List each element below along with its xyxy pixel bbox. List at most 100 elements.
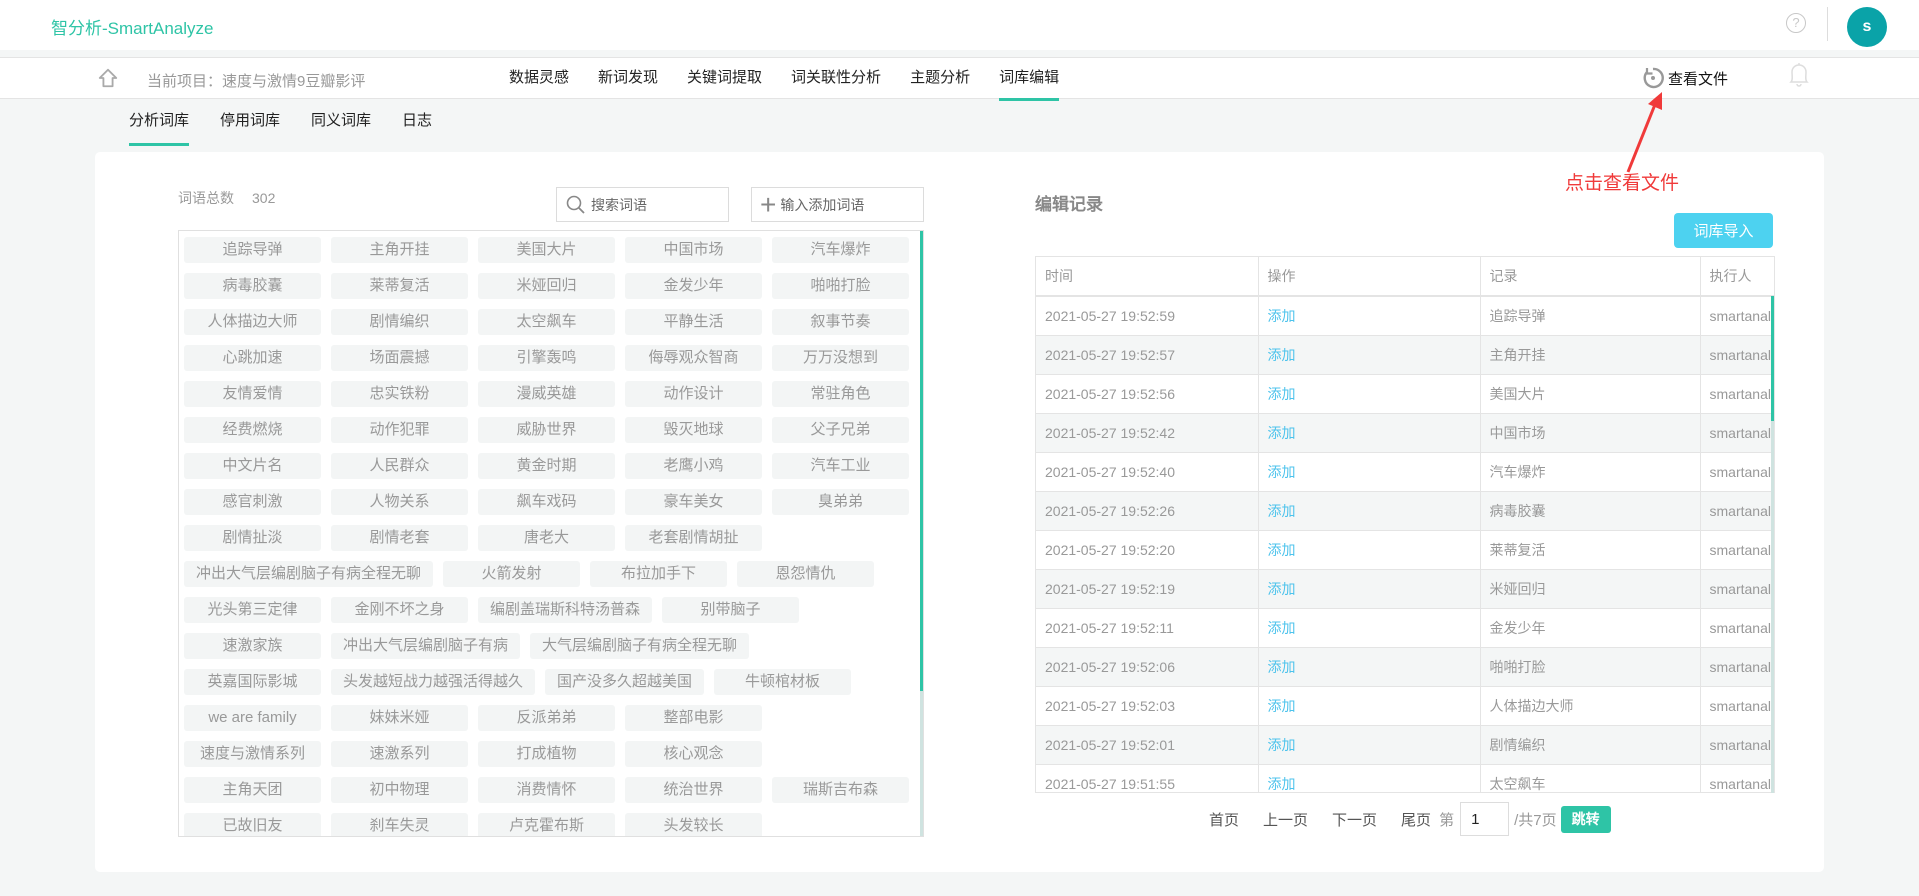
first-page-link[interactable]: 首页 (1209, 809, 1239, 830)
word-tag[interactable]: 汽车工业 (772, 453, 909, 479)
nav-tab[interactable]: 新词发现 (598, 58, 658, 100)
word-tag[interactable]: 米娅回归 (478, 273, 615, 299)
word-tag[interactable]: 核心观念 (625, 741, 762, 767)
operation-link[interactable]: 添加 (1258, 608, 1481, 648)
operation-link[interactable]: 添加 (1258, 569, 1481, 609)
word-tag[interactable]: 老鹰小鸡 (625, 453, 762, 479)
nav-tab[interactable]: 关键词提取 (687, 58, 762, 100)
word-tag[interactable]: 英嘉国际影城 (184, 669, 321, 695)
word-tag[interactable]: 整部电影 (625, 705, 762, 731)
word-tag[interactable]: 心跳加速 (184, 345, 321, 371)
word-tag[interactable]: 追踪导弹 (184, 237, 321, 263)
word-tag[interactable]: 编剧盖瑞斯科特汤普森 (478, 597, 653, 623)
word-tag[interactable]: 速激家族 (184, 633, 321, 659)
word-tag[interactable]: 速激系列 (331, 741, 468, 767)
nav-tab[interactable]: 主题分析 (910, 58, 970, 100)
subtab[interactable]: 分析词库 (129, 100, 190, 146)
word-tag[interactable]: 剧情编织 (331, 309, 468, 335)
word-tag[interactable]: 中国市场 (625, 237, 762, 263)
word-tag[interactable]: 头发较长 (625, 813, 762, 836)
word-tag[interactable]: 消费情怀 (478, 777, 615, 803)
operation-link[interactable]: 添加 (1258, 296, 1481, 336)
add-word-input[interactable] (780, 196, 901, 213)
search-word-input[interactable] (591, 196, 711, 213)
last-page-link[interactable]: 尾页 (1401, 809, 1431, 830)
word-tag[interactable]: 美国大片 (478, 237, 615, 263)
operation-link[interactable]: 添加 (1258, 725, 1481, 765)
word-tag[interactable]: we are family (184, 705, 321, 731)
word-tag[interactable]: 主角天团 (184, 777, 321, 803)
operation-link[interactable]: 添加 (1258, 491, 1481, 531)
operation-link[interactable]: 添加 (1258, 374, 1481, 414)
word-tag[interactable]: 金发少年 (625, 273, 762, 299)
word-tag[interactable]: 叙事节奏 (772, 309, 909, 335)
bell-icon[interactable] (1787, 61, 1811, 89)
word-tag[interactable]: 打成植物 (478, 741, 615, 767)
word-tag[interactable]: 莱蒂复活 (331, 273, 468, 299)
view-file-button[interactable]: 查看文件 (1640, 65, 1728, 91)
word-tag[interactable]: 引擎轰鸣 (478, 345, 615, 371)
subtab[interactable]: 日志 (402, 100, 432, 146)
page-number-input[interactable] (1460, 802, 1510, 836)
nav-tab[interactable]: 词关联性分析 (791, 58, 881, 100)
word-tag[interactable]: 毁灭地球 (625, 417, 762, 443)
operation-link[interactable]: 添加 (1258, 530, 1481, 570)
word-tag[interactable]: 常驻角色 (772, 381, 909, 407)
operation-link[interactable]: 添加 (1258, 647, 1481, 687)
word-tag[interactable]: 速度与激情系列 (184, 741, 321, 767)
word-tag[interactable]: 豪车美女 (625, 489, 762, 515)
word-tag[interactable]: 人物关系 (331, 489, 468, 515)
app-logo[interactable]: 智分析-SmartAnalyze (51, 14, 213, 39)
word-tag[interactable]: 刹车失灵 (331, 813, 468, 836)
word-tag[interactable]: 别带脑子 (662, 597, 800, 623)
word-tag[interactable]: 瑞斯吉布森 (772, 777, 909, 803)
word-tag[interactable]: 牛顿棺材板 (714, 669, 852, 695)
search-word-field[interactable] (556, 187, 729, 222)
word-tag[interactable]: 大气层编剧脑子有病全程无聊 (530, 633, 750, 659)
operation-link[interactable]: 添加 (1258, 413, 1481, 453)
word-tag[interactable]: 卢克霍布斯 (478, 813, 615, 836)
records-scrollbar[interactable] (1771, 296, 1774, 421)
word-tag[interactable]: 主角开挂 (331, 237, 468, 263)
word-tag[interactable]: 唐老大 (478, 525, 615, 551)
prev-page-link[interactable]: 上一页 (1263, 809, 1308, 830)
word-tag[interactable]: 国产没多久超越美国 (545, 669, 705, 695)
word-tag[interactable]: 统治世界 (625, 777, 762, 803)
word-tag[interactable]: 妹妹米娅 (331, 705, 468, 731)
word-tag[interactable]: 布拉加手下 (590, 561, 728, 587)
word-list-scrollbar[interactable] (920, 231, 923, 691)
nav-tab[interactable]: 数据灵感 (509, 58, 569, 100)
nav-tab[interactable]: 词库编辑 (999, 58, 1060, 101)
word-tag[interactable]: 动作犯罪 (331, 417, 468, 443)
next-page-link[interactable]: 下一页 (1332, 809, 1377, 830)
operation-link[interactable]: 添加 (1258, 452, 1481, 492)
operation-link[interactable]: 添加 (1258, 686, 1481, 726)
word-tag[interactable]: 父子兄弟 (772, 417, 909, 443)
home-icon[interactable] (97, 67, 119, 89)
word-tag[interactable]: 臭弟弟 (772, 489, 909, 515)
operation-link[interactable]: 添加 (1258, 764, 1481, 792)
operation-link[interactable]: 添加 (1258, 335, 1481, 375)
word-tag[interactable]: 汽车爆炸 (772, 237, 909, 263)
word-tag[interactable]: 金刚不坏之身 (331, 597, 468, 623)
word-tag[interactable]: 中文片名 (184, 453, 321, 479)
word-tag[interactable]: 侮辱观众智商 (625, 345, 762, 371)
user-avatar[interactable]: s (1847, 7, 1887, 47)
word-tag[interactable]: 动作设计 (625, 381, 762, 407)
word-tag[interactable]: 感官刺激 (184, 489, 321, 515)
help-icon[interactable]: ? (1786, 13, 1806, 33)
word-tag[interactable]: 场面震撼 (331, 345, 468, 371)
word-tag[interactable]: 病毒胶囊 (184, 273, 321, 299)
word-tag[interactable]: 啪啪打脸 (772, 273, 909, 299)
word-tag[interactable]: 友情爱情 (184, 381, 321, 407)
word-tag[interactable]: 恩怨情仇 (737, 561, 875, 587)
word-tag[interactable]: 忠实铁粉 (331, 381, 468, 407)
word-tag[interactable]: 经费燃烧 (184, 417, 321, 443)
word-tag[interactable]: 冲出大气层编剧脑子有病全程无聊 (184, 561, 434, 587)
word-tag[interactable]: 反派弟弟 (478, 705, 615, 731)
subtab[interactable]: 同义词库 (311, 100, 371, 146)
word-tag[interactable]: 人民群众 (331, 453, 468, 479)
word-tag[interactable]: 黄金时期 (478, 453, 615, 479)
word-tag[interactable]: 飙车戏码 (478, 489, 615, 515)
word-tag[interactable]: 人体描边大师 (184, 309, 321, 335)
